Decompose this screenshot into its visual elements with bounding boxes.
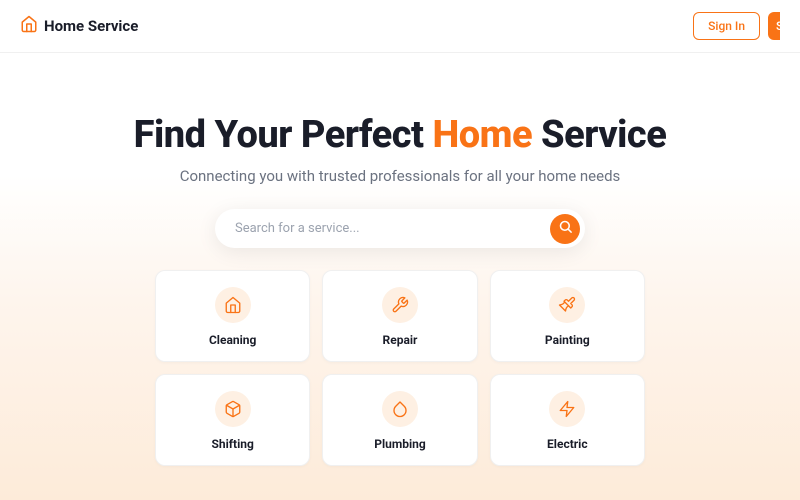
signup-button[interactable]: S (768, 12, 780, 40)
droplet-icon (382, 391, 418, 427)
service-card-plumbing[interactable]: Plumbing (322, 374, 477, 466)
box-icon (215, 391, 251, 427)
service-card-cleaning[interactable]: Cleaning (155, 270, 310, 362)
header: Home Service Sign In S (0, 0, 800, 53)
service-label: Plumbing (374, 437, 426, 451)
home-icon (20, 15, 38, 37)
search-button[interactable] (550, 214, 580, 244)
hero-subtitle: Connecting you with trusted professional… (20, 167, 780, 185)
hero-title: Find Your Perfect Home Service (20, 113, 780, 157)
hero: Find Your Perfect Home Service Connectin… (0, 53, 800, 486)
search-wrap (215, 209, 585, 248)
wrench-icon (382, 287, 418, 323)
service-cards: Cleaning Repair Painting Shifting Plumbi… (155, 270, 645, 466)
service-label: Cleaning (209, 333, 256, 347)
service-label: Painting (545, 333, 590, 347)
hero-title-accent: Home (432, 113, 532, 157)
hero-title-suffix: Service (532, 113, 666, 157)
signin-button[interactable]: Sign In (693, 12, 760, 40)
zap-icon (549, 391, 585, 427)
service-card-repair[interactable]: Repair (322, 270, 477, 362)
service-label: Repair (383, 333, 418, 347)
search-icon (558, 219, 573, 238)
hero-title-prefix: Find Your Perfect (134, 113, 433, 157)
logo-text: Home Service (44, 17, 138, 35)
header-actions: Sign In S (693, 12, 780, 40)
search-input[interactable] (215, 209, 585, 248)
service-label: Shifting (211, 437, 253, 451)
home-icon (215, 287, 251, 323)
paintbrush-icon (549, 287, 585, 323)
service-card-electric[interactable]: Electric (490, 374, 645, 466)
logo[interactable]: Home Service (20, 15, 138, 37)
service-label: Electric (547, 437, 588, 451)
service-card-painting[interactable]: Painting (490, 270, 645, 362)
service-card-shifting[interactable]: Shifting (155, 374, 310, 466)
